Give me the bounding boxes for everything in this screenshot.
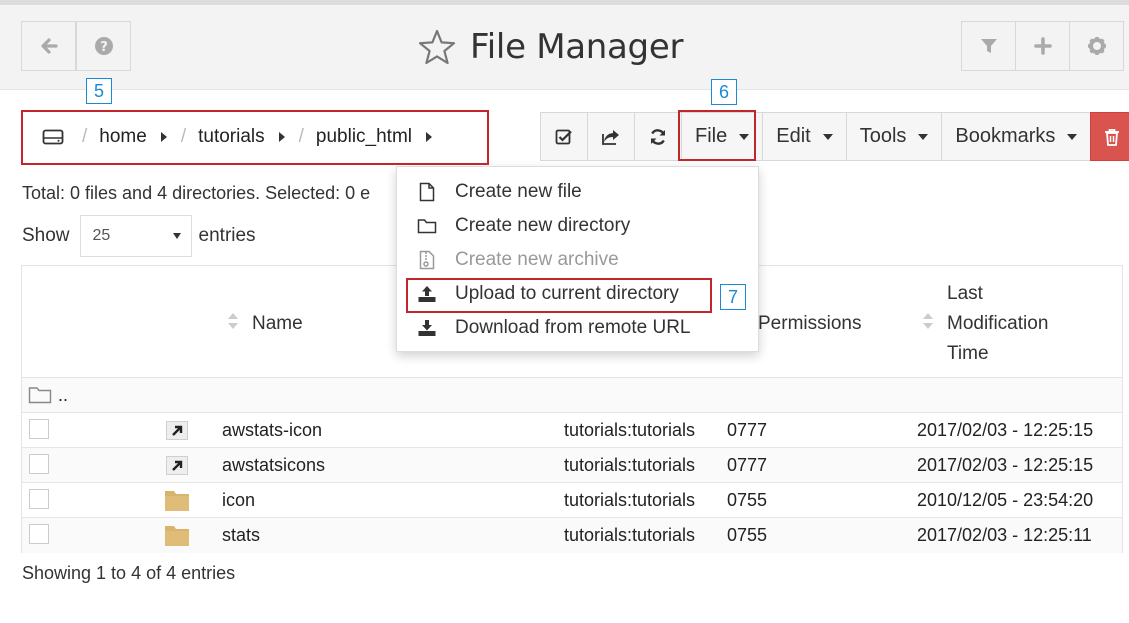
plus-icon	[1033, 37, 1052, 55]
parent-directory[interactable]: ..	[58, 378, 68, 413]
menu-item-label: Create new archive	[455, 249, 619, 270]
table-row[interactable]: stats tutorials:tutorials 0755 2017/02/0…	[22, 518, 1122, 553]
show-label: Show	[22, 225, 70, 246]
chevron-down-icon	[1067, 133, 1078, 140]
pagination-info: Showing 1 to 4 of 4 entries	[22, 563, 236, 583]
bookmarks-menu-label: Bookmarks	[955, 125, 1056, 147]
menu-item-create-archive: Create new archive	[397, 243, 758, 277]
table-row[interactable]: awstatsicons tutorials:tutorials 0777 20…	[22, 448, 1122, 483]
file-dropdown-menu: Create new file Create new directory Cre…	[396, 166, 759, 352]
folder-outline-icon	[28, 387, 52, 404]
title-group: File Manager	[418, 25, 683, 69]
row-checkbox[interactable]	[29, 489, 49, 509]
table-row[interactable]: icon tutorials:tutorials 0755 2010/12/05…	[22, 483, 1122, 518]
column-header-permissions[interactable]: Permissions	[758, 313, 861, 335]
add-button[interactable]	[1015, 21, 1070, 71]
row-checkbox[interactable]	[29, 524, 49, 544]
table-row-parent[interactable]: ..	[22, 378, 1122, 413]
file-permissions[interactable]: 0777	[727, 448, 767, 483]
gear-icon	[1087, 37, 1106, 55]
symlink-icon	[166, 421, 188, 440]
column-header-modified-line3[interactable]: Time	[947, 343, 989, 365]
trash-icon	[1104, 128, 1119, 146]
bookmarks-menu-button[interactable]: Bookmarks	[941, 112, 1091, 161]
edit-menu-button[interactable]: Edit	[762, 112, 846, 161]
toolbar: File Edit Tools Bookmarks	[540, 112, 1129, 161]
file-permissions[interactable]: 0755	[727, 483, 767, 518]
help-button[interactable]: ?	[76, 21, 131, 71]
edit-menu-label: Edit	[776, 125, 811, 147]
chevron-down-icon	[918, 133, 929, 140]
file-owner: tutorials:tutorials	[564, 455, 696, 475]
table-row[interactable]: awstats-icon tutorials:tutorials 0777 20…	[22, 413, 1122, 448]
menu-item-create-directory[interactable]: Create new directory	[397, 209, 758, 243]
menu-item-create-file[interactable]: Create new file	[397, 175, 758, 209]
file-name[interactable]: stats	[222, 518, 260, 553]
file-name[interactable]: awstats-icon	[222, 413, 322, 448]
file-permissions[interactable]: 0777	[727, 413, 767, 448]
file-modified: 2017/02/03 - 12:25:15	[917, 420, 1094, 440]
back-button[interactable]	[21, 21, 76, 71]
folder-icon	[417, 219, 437, 234]
column-header-modified-line1[interactable]: Last	[947, 283, 983, 305]
menu-item-label: Create new directory	[455, 215, 631, 236]
refresh-icon	[650, 128, 666, 145]
menu-item-label: Create new file	[455, 181, 582, 202]
tools-menu-button[interactable]: Tools	[845, 112, 942, 161]
annotation-box-upload	[406, 278, 712, 313]
page-size-value: 25	[92, 227, 111, 244]
svg-text:?: ?	[100, 40, 108, 55]
file-modified: 2010/12/05 - 23:54:20	[917, 490, 1094, 510]
annotation-number: 5	[86, 78, 112, 104]
folder-icon	[165, 526, 189, 546]
page-title: File Manager	[470, 27, 684, 67]
share-button[interactable]	[587, 112, 634, 161]
row-checkbox[interactable]	[29, 419, 49, 439]
annotation-box-file-menu	[678, 110, 756, 161]
entries-label: entries	[198, 225, 256, 246]
annotation-box-breadcrumb	[21, 110, 489, 165]
file-owner: tutorials:tutorials	[564, 525, 696, 545]
back-arrow-icon	[40, 38, 58, 54]
delete-button[interactable]	[1090, 112, 1129, 161]
menu-item-download-url[interactable]: Download from remote URL	[397, 311, 758, 345]
app-header: ? File Manager	[0, 5, 1129, 90]
settings-button[interactable]	[1069, 21, 1124, 71]
file-icon	[419, 182, 435, 202]
column-header-modified-line2[interactable]: Modification	[947, 313, 1048, 335]
download-icon	[418, 320, 436, 336]
page-size-select[interactable]: 25	[79, 215, 192, 257]
tools-menu-label: Tools	[859, 125, 907, 147]
refresh-button[interactable]	[634, 112, 681, 161]
symlink-icon	[166, 456, 188, 475]
file-modified: 2017/02/03 - 12:25:11	[917, 525, 1092, 545]
select-all-icon	[555, 129, 572, 144]
star-icon[interactable]	[418, 29, 456, 65]
file-modified: 2017/02/03 - 12:25:15	[917, 455, 1094, 475]
sort-icon[interactable]	[923, 313, 933, 331]
help-icon: ?	[94, 37, 113, 55]
annotation-number: 6	[711, 79, 737, 105]
file-name[interactable]: awstatsicons	[222, 448, 325, 483]
chevron-down-icon	[172, 233, 181, 239]
file-owner: tutorials:tutorials	[564, 420, 696, 440]
file-permissions[interactable]: 0755	[727, 518, 767, 553]
sort-icon[interactable]	[228, 313, 238, 331]
archive-icon	[419, 250, 435, 270]
share-icon	[602, 129, 619, 145]
filter-icon	[980, 39, 997, 53]
chevron-down-icon	[822, 133, 833, 140]
total-summary: Total: 0 files and 4 directories. Select…	[22, 183, 371, 203]
filter-button[interactable]	[961, 21, 1016, 71]
row-checkbox[interactable]	[29, 454, 49, 474]
menu-item-label: Download from remote URL	[455, 317, 691, 338]
file-owner: tutorials:tutorials	[564, 490, 696, 510]
select-all-button[interactable]	[540, 112, 587, 161]
folder-icon	[165, 491, 189, 511]
column-header-name[interactable]: Name	[252, 313, 303, 335]
page-size-control: Show 25 entries	[22, 215, 256, 257]
file-name[interactable]: icon	[222, 483, 255, 518]
annotation-number: 7	[720, 284, 746, 310]
